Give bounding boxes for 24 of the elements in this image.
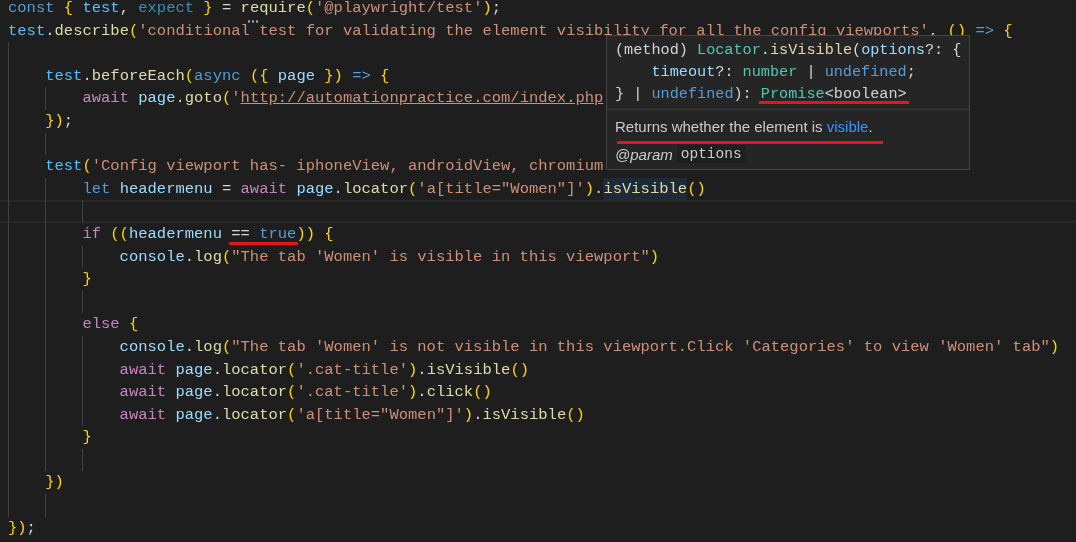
visible-link[interactable]: visible [826,118,869,135]
param-tag: @param [615,145,673,163]
code-line: } [81,270,92,289]
code-line: }); [8,518,36,537]
code-line: console.log("The tab 'Women' is not visible in this viewport.Click 'Categories' to view 'Women' tab") [118,337,1060,356]
code-line: }); [44,111,74,130]
param-name: options [676,145,746,163]
signature-line: } | undefined): Promise<boolean> [615,84,910,105]
code-line: await page.locator('.cat-title').isVisible() [118,360,529,379]
code-line: let headermenu = await page.locator('a[title="Women"]').isVisible() [81,179,706,198]
code-line: else { [81,315,139,334]
code-line: test('Config viewport has- iphoneView, androidView, chromium [44,157,604,176]
tooltip-description: Returns whether the element is visible. [614,117,874,137]
code-line: if ((headermenu == true)) { [81,224,334,243]
code-line: await page.locator('.cat-title').click() [118,383,492,402]
code-line: } [81,428,92,447]
code-line: await page.locator('a[title="Women"]').isVisible() [118,405,585,424]
code-line: await page.goto('http://automationpractice.com/index.php [81,89,604,108]
code-line: test.beforeEach(async ({ page }) => { [44,66,390,85]
code-line: }) [44,473,64,492]
signature-line: timeout?: number | undefined; [650,62,917,83]
code-line: const { test, expect } = require('@playwright/test'); [8,0,502,17]
signature-line: (method) Locator.isVisible(options?: { [615,40,962,61]
code-line: console.log("The tab 'Women' is visible in this viewport") [118,247,660,266]
